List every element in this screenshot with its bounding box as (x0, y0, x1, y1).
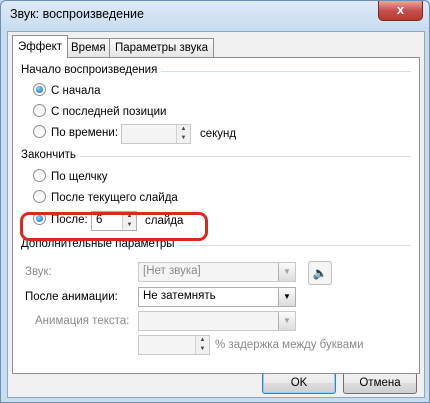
spinner-arrows-icon[interactable]: ▲ ▼ (195, 336, 209, 354)
letter-delay-spinner[interactable]: ▲ ▼ (138, 335, 210, 355)
tab-effect[interactable]: Эффект (12, 35, 69, 58)
after-animation-value: Не затемнять (143, 290, 216, 302)
radio-icon[interactable] (33, 169, 46, 182)
close-button[interactable]: x (378, 1, 423, 21)
letter-delay-label: % задержка между буквами (215, 339, 364, 351)
highlight-annotation (20, 212, 208, 241)
radio-icon[interactable] (33, 104, 46, 117)
radio-by-time[interactable]: По времени: (33, 125, 118, 141)
sound-label: Звук: (25, 266, 52, 278)
radio-label: По времени: (51, 127, 119, 139)
radio-label: С начала (51, 85, 101, 97)
radio-label: По щелчку (51, 171, 108, 183)
sound-dropdown-value: [Нет звука] (143, 265, 201, 277)
dialog-window: Звук: воспроизведение x Эффект Время Пар… (0, 0, 430, 403)
after-animation-label: После анимации: (25, 291, 118, 303)
end-group-title: Закончить (21, 149, 80, 161)
radio-from-last-position[interactable]: С последней позиции (33, 104, 166, 120)
title-bar[interactable]: Звук: воспроизведение x (1, 1, 429, 31)
speaker-icon[interactable]: 🔈 (308, 261, 332, 285)
radio-on-click[interactable]: По щелчку (33, 169, 108, 185)
radio-after-current-slide[interactable]: После текущего слайда (33, 190, 178, 206)
tab-timing[interactable]: Время (65, 38, 112, 57)
after-animation-dropdown[interactable]: Не затемнять ▼ (138, 287, 296, 307)
text-animation-dropdown[interactable]: ▼ (138, 311, 296, 331)
ok-button[interactable]: OK (262, 372, 336, 394)
radio-icon[interactable] (33, 190, 46, 203)
dialog-client: Эффект Время Параметры звука Начало восп… (7, 31, 425, 398)
text-animation-label: Анимация текста: (35, 315, 130, 327)
chevron-down-icon[interactable]: ▼ (278, 288, 295, 306)
radio-label: После текущего слайда (51, 192, 178, 204)
chevron-down-icon[interactable]: ▼ (278, 263, 295, 281)
chevron-down-icon[interactable]: ▼ (278, 312, 295, 330)
radio-from-beginning[interactable]: С начала (33, 83, 101, 99)
cancel-button[interactable]: Отмена (343, 372, 417, 394)
time-spinner[interactable]: ▲ ▼ (121, 124, 191, 144)
start-group-title: Начало воспроизведения (21, 64, 162, 76)
seconds-unit-label: секунд (200, 128, 237, 140)
radio-label: С последней позиции (51, 106, 167, 118)
radio-checked-icon[interactable] (33, 83, 46, 96)
tab-sound-settings[interactable]: Параметры звука (109, 38, 215, 57)
spinner-arrows-icon[interactable]: ▲ ▼ (176, 125, 190, 143)
window-title: Звук: воспроизведение (10, 7, 144, 21)
sound-dropdown[interactable]: [Нет звука] ▼ (138, 262, 296, 282)
radio-icon[interactable] (33, 125, 46, 138)
